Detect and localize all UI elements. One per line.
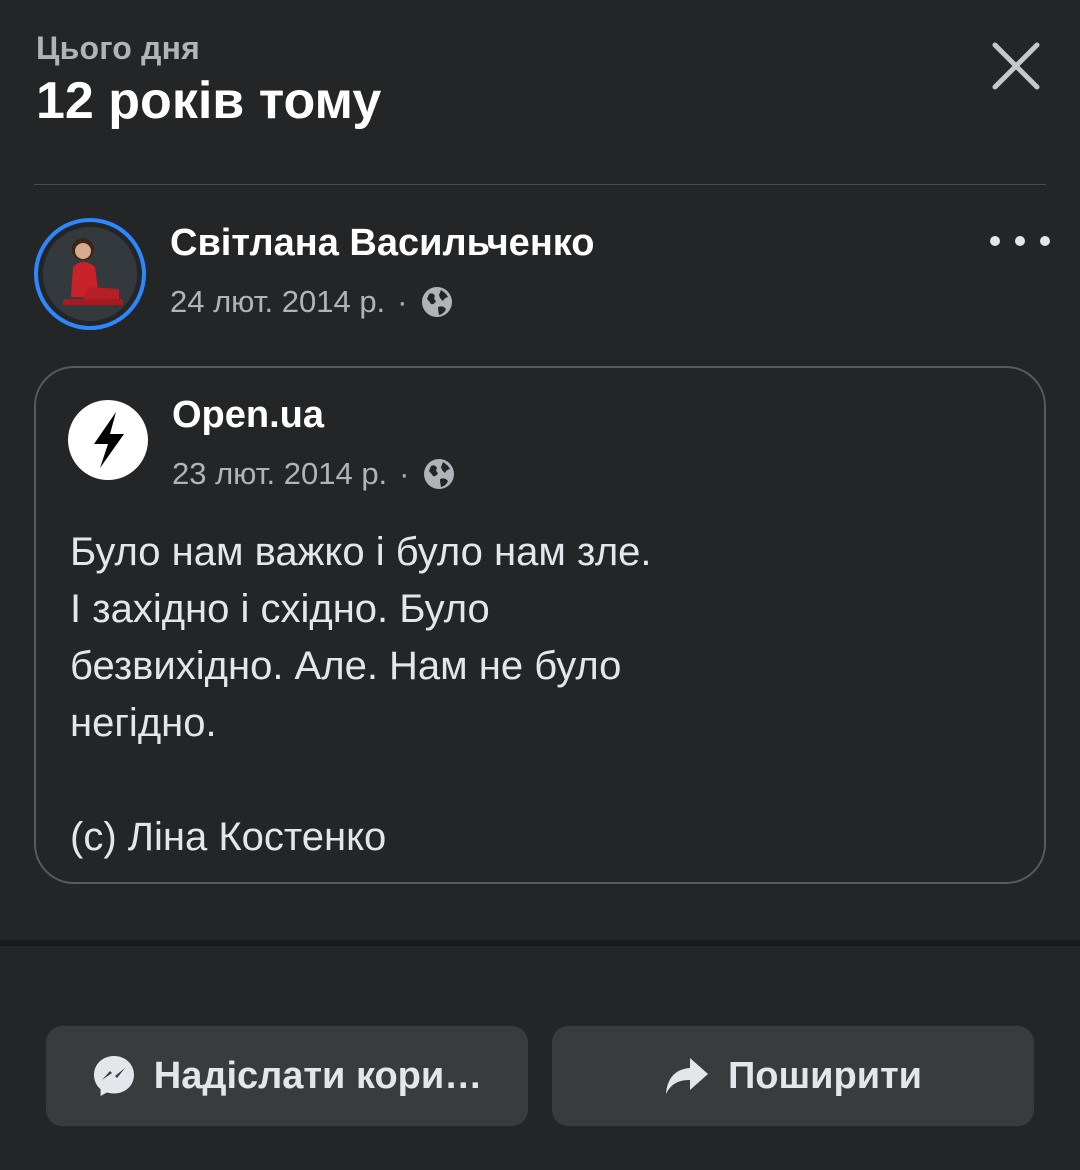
page-name[interactable]: Open.ua	[172, 394, 324, 437]
shared-post-meta: 23 лют. 2014 р. ·	[172, 456, 456, 492]
share-button-label: Поширити	[727, 1054, 923, 1097]
section-divider	[0, 940, 1080, 946]
more-dot	[1015, 236, 1025, 246]
more-horizontal-icon	[990, 236, 1000, 246]
close-icon	[992, 42, 1040, 90]
post-date[interactable]: 24 лют. 2014 р.	[170, 284, 385, 320]
avatar-image	[43, 227, 137, 321]
lightning-icon	[94, 412, 124, 468]
more-options-button[interactable]	[990, 226, 1050, 256]
meta-separator: ·	[397, 284, 408, 319]
globe-icon	[421, 287, 452, 317]
close-button[interactable]	[988, 38, 1044, 94]
header-divider	[34, 184, 1046, 185]
shared-post-date[interactable]: 23 лют. 2014 р.	[172, 456, 387, 492]
send-button-label: Надіслати кори…	[153, 1054, 483, 1097]
share-arrow-icon	[665, 1058, 708, 1094]
globe-icon	[423, 459, 454, 489]
more-dot	[1040, 236, 1050, 246]
post-text: Було нам важко і було нам зле. І західно…	[70, 530, 652, 859]
messenger-icon	[93, 1056, 134, 1096]
post-header: Світлана Васильченко 24 лют. 2014 р. ·	[34, 218, 1060, 332]
meta-separator: ·	[399, 456, 410, 491]
shared-post-card[interactable]: Open.ua 23 лют. 2014 р. · Було нам важко…	[34, 366, 1046, 884]
send-button[interactable]: Надіслати кори…	[46, 1026, 528, 1126]
memories-header: Цього дня 12 років тому	[36, 30, 1044, 131]
post-meta: 24 лют. 2014 р. ·	[170, 284, 454, 320]
author-name[interactable]: Світлана Васильченко	[170, 222, 595, 265]
page-logo[interactable]	[68, 400, 148, 480]
header-subtitle: Цього дня	[36, 30, 201, 66]
share-button[interactable]: Поширити	[552, 1026, 1034, 1126]
author-avatar[interactable]	[34, 218, 146, 330]
page-title: 12 років тому	[36, 72, 382, 130]
